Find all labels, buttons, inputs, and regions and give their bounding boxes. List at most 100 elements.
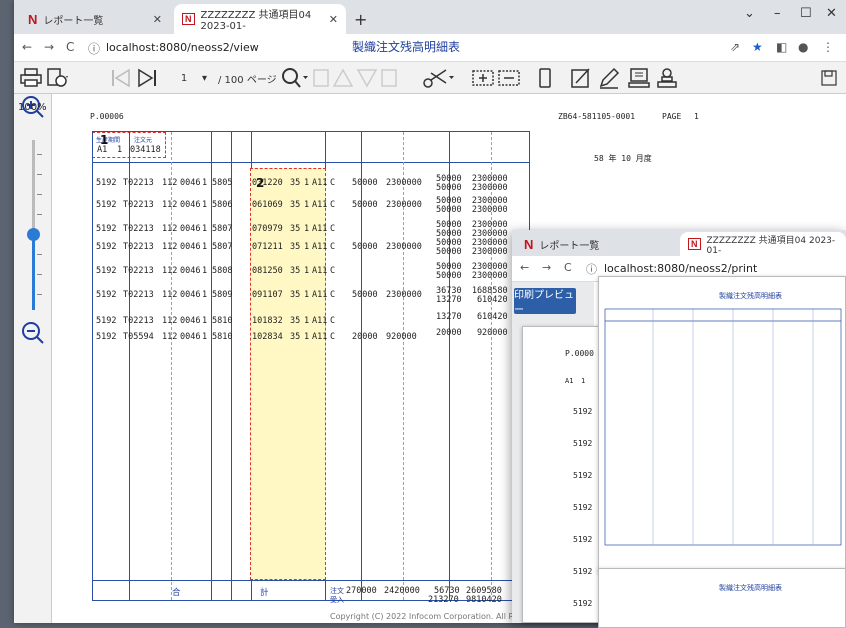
- print-settings-icon[interactable]: [46, 66, 70, 90]
- cell-b: 0046: [180, 242, 201, 252]
- back-icon[interactable]: ←: [22, 40, 32, 54]
- total-right-2a: 213270: [428, 595, 459, 605]
- cell-h: C: [330, 178, 336, 188]
- preview-box-2: 1: [581, 377, 586, 385]
- bookmark-icon[interactable]: [538, 66, 552, 90]
- scissors-icon[interactable]: [422, 66, 456, 90]
- cell-a: 112: [162, 242, 178, 252]
- page-label: PAGE: [662, 112, 682, 121]
- tab-list-icon[interactable]: ⌄: [744, 6, 755, 21]
- url-field[interactable]: localhost:8080/neoss2/view: [106, 41, 259, 54]
- cell-b: 0046: [180, 316, 201, 326]
- cell-customer: 5192: [96, 178, 117, 188]
- cell-a: 112: [162, 290, 178, 300]
- reload-icon[interactable]: C: [66, 40, 74, 54]
- cell-order: 070979: [252, 224, 283, 234]
- cell-e: 35: [290, 332, 301, 342]
- seal-icon[interactable]: [656, 66, 678, 90]
- stamp-icon[interactable]: [628, 66, 650, 90]
- frame-icon[interactable]: [472, 66, 494, 90]
- cell-f: 1: [304, 224, 310, 234]
- page-total: / 100 ページ: [218, 74, 277, 86]
- popup-tab-report-list[interactable]: N レポート一覧: [516, 232, 636, 256]
- popup-tab-bar: N レポート一覧 N ZZZZZZZZ 共通項目04 2023-01-: [512, 230, 846, 256]
- cell-c: 1: [202, 224, 208, 234]
- menu-icon[interactable]: ⋮: [822, 40, 834, 54]
- tab-label: レポート一覧: [43, 15, 104, 27]
- preview-page-id: P.0000: [565, 349, 594, 358]
- cell-c: 1: [202, 266, 208, 276]
- total-amount: 2420000: [384, 586, 420, 596]
- bookmark-star-icon[interactable]: ★: [752, 40, 763, 54]
- popup-tab-print[interactable]: N ZZZZZZZZ 共通項目04 2023-01-: [680, 232, 846, 256]
- cell-e: 35: [290, 290, 301, 300]
- maximize-button[interactable]: ☐: [800, 6, 812, 21]
- preview-title: 製織注文残高明細表: [719, 292, 782, 300]
- zoom-out-icon[interactable]: [20, 320, 46, 350]
- cell-amount: 2300000: [386, 178, 422, 188]
- forward-icon[interactable]: →: [44, 40, 54, 54]
- cell-f: 1: [304, 290, 310, 300]
- cell-e: 35: [290, 266, 301, 276]
- cell-a: 112: [162, 178, 178, 188]
- preview-row: 5192: [573, 503, 593, 512]
- cell-h: C: [330, 290, 336, 300]
- preview-box-1: A1: [565, 377, 574, 385]
- cell-amount: 2300000: [386, 242, 422, 252]
- preview-page-front: 製織注文残高明細表: [598, 276, 846, 573]
- close-window-button[interactable]: ✕: [826, 6, 837, 21]
- app-logo-icon: N: [28, 11, 38, 27]
- popup-url[interactable]: localhost:8080/neoss2/print: [604, 262, 757, 275]
- zoom-icon[interactable]: [280, 66, 310, 90]
- page-input[interactable]: 1: [164, 66, 204, 90]
- page-select-chevron-icon[interactable]: ▾: [202, 66, 207, 90]
- cell-h: C: [330, 242, 336, 252]
- first-page-icon[interactable]: [110, 66, 132, 90]
- tab-viewer[interactable]: N ZZZZZZZZ 共通項目04 2023-01- ✕: [174, 4, 346, 34]
- cell-d: 5807: [212, 224, 233, 234]
- print-icon[interactable]: [20, 66, 42, 90]
- profile-icon[interactable]: ●: [798, 40, 808, 54]
- minimize-button[interactable]: –: [774, 6, 781, 21]
- cell-customer: 5192: [96, 316, 117, 326]
- cell-order: 091107: [252, 290, 283, 300]
- slider-tick: [37, 154, 42, 155]
- close-tab-icon[interactable]: ✕: [329, 13, 338, 26]
- cell-b: 0046: [180, 332, 201, 342]
- cell-customer: 5192: [96, 290, 117, 300]
- cell-g: A11: [312, 316, 328, 326]
- print-preview-button[interactable]: 印刷プレビュー: [514, 288, 576, 316]
- next-page-icon[interactable]: [136, 66, 158, 90]
- viewer-toolbar: 1 ▾ / 100 ページ: [14, 62, 846, 94]
- new-tab-button[interactable]: +: [354, 10, 367, 29]
- forward-icon[interactable]: →: [542, 261, 551, 274]
- save-icon[interactable]: [820, 66, 838, 90]
- cell-order: 061069: [252, 200, 283, 210]
- zoom-slider-handle[interactable]: [27, 228, 40, 241]
- cell-f: 1: [304, 200, 310, 210]
- total-label-2: 受入: [330, 596, 344, 604]
- preview-row: 5192: [573, 407, 593, 416]
- cell-g: A11: [312, 290, 328, 300]
- cell-f: 1: [304, 332, 310, 342]
- cell-item: T02213: [123, 266, 154, 276]
- cell-qty: 20000: [352, 332, 378, 342]
- cell-b: 0046: [180, 200, 201, 210]
- footer-sum-a: 合: [172, 588, 181, 598]
- cell-e: 35: [290, 224, 301, 234]
- share-icon[interactable]: ⇗: [730, 40, 740, 54]
- report-code: ZB64-581105-0001: [558, 112, 636, 121]
- cell-b: 0046: [180, 290, 201, 300]
- prev-search-icon[interactable]: [312, 66, 402, 90]
- grid-icon[interactable]: [498, 66, 520, 90]
- cell-order: 031220: [252, 178, 283, 188]
- cell-h: C: [330, 266, 336, 276]
- sidepanel-icon[interactable]: ◧: [776, 40, 787, 54]
- tab-report-list[interactable]: N レポート一覧 ✕: [20, 4, 170, 34]
- back-icon[interactable]: ←: [520, 261, 529, 274]
- pen-icon[interactable]: [598, 66, 620, 90]
- annotate-icon[interactable]: [570, 66, 592, 90]
- reload-icon[interactable]: C: [564, 261, 572, 274]
- close-tab-icon[interactable]: ✕: [153, 13, 162, 26]
- cell-d: 5806: [212, 200, 233, 210]
